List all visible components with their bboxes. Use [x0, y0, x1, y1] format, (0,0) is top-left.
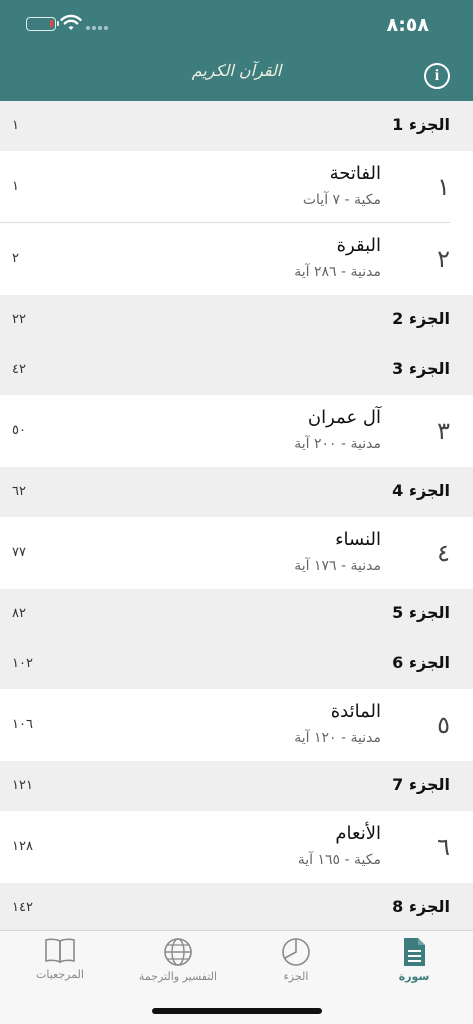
juz-title: الجزء 2: [392, 309, 450, 328]
tab-surah-label: سورة: [398, 970, 430, 983]
status-time: ٨:٥٨: [386, 14, 429, 36]
surah-number: ٣: [437, 417, 450, 445]
surah-name: الأنعام: [335, 823, 381, 844]
surah-row[interactable]: ١ الفاتحة مكية - ٧ آيات ١: [0, 151, 473, 223]
globe-icon: [164, 938, 192, 966]
info-button[interactable]: i: [424, 63, 450, 89]
surah-row[interactable]: ٦ الأنعام مكية - ١٦٥ آية ١٢٨: [0, 811, 473, 883]
page-number: ٤٢: [12, 362, 26, 377]
page-number: ٦٢: [12, 484, 26, 499]
tab-tafsir[interactable]: التفسير والترجمة: [119, 935, 237, 995]
info-icon: i: [434, 67, 440, 84]
page-number: ١: [12, 118, 19, 133]
page-number: ١٠٢: [12, 656, 33, 671]
surah-row[interactable]: ٢ البقرة مدنية - ٢٨٦ آية ٢: [0, 223, 473, 295]
surah-row[interactable]: ٣ آل عمران مدنية - ٢٠٠ آية ٥٠: [0, 395, 473, 467]
page-number: ١٢٨: [12, 839, 33, 854]
juz-title: الجزء 6: [392, 653, 450, 672]
page-number: ٨٢: [12, 606, 26, 621]
page-number: ١: [12, 179, 19, 194]
juz-header: الجزء 6 ١٠٢: [0, 639, 473, 689]
document-icon: [404, 938, 425, 966]
page-number: ١٠٦: [12, 717, 33, 732]
surah-number: ٢: [437, 245, 450, 273]
surah-meta: مدنية - ٢٨٦ آية: [294, 264, 381, 280]
signal-icon: [86, 26, 108, 30]
juz-header: الجزء 4 ٦٢: [0, 467, 473, 517]
surah-name: المائدة: [330, 701, 381, 722]
tab-surah[interactable]: سورة: [355, 935, 473, 995]
pie-icon: [282, 938, 310, 966]
surah-name: آل عمران: [307, 407, 381, 428]
tab-juz-label: الجزء: [283, 970, 309, 983]
book-icon: [45, 938, 75, 964]
tab-juz[interactable]: الجزء: [237, 935, 355, 995]
tab-references-label: المرجعيات: [36, 968, 84, 981]
juz-header: الجزء 3 ٤٢: [0, 345, 473, 395]
home-indicator[interactable]: [152, 1008, 322, 1014]
juz-header: الجزء 7 ١٢١: [0, 761, 473, 811]
juz-title: الجزء 3: [392, 359, 450, 378]
surah-meta: مدنية - ١٧٦ آية: [294, 558, 381, 574]
tab-tafsir-label: التفسير والترجمة: [138, 970, 218, 983]
juz-header: الجزء 1 ١: [0, 101, 473, 151]
surah-list[interactable]: الجزء 1 ١ ١ الفاتحة مكية - ٧ آيات ١ ٢ البقرة مدن…: [0, 101, 473, 930]
surah-name: النساء: [335, 529, 381, 550]
page-number: ٢٢: [12, 312, 26, 327]
surah-number: ١: [437, 173, 450, 201]
page-number: ٢: [12, 251, 19, 266]
page-number: ١٤٢: [12, 900, 33, 915]
page-number: ٧٧: [12, 545, 26, 560]
wifi-icon: [60, 14, 82, 30]
app-logo: القرآن الكريم: [191, 61, 283, 80]
surah-name: الفاتحة: [329, 163, 381, 184]
juz-header: الجزء 5 ٨٢: [0, 589, 473, 639]
tab-references[interactable]: المرجعيات: [1, 935, 119, 995]
surah-number: ٦: [437, 833, 450, 861]
surah-meta: مدنية - ٢٠٠ آية: [294, 436, 381, 452]
page-number: ٥٠: [12, 423, 26, 438]
juz-title: الجزء 4: [392, 481, 450, 500]
battery-icon: [26, 17, 59, 31]
juz-title: الجزء 5: [392, 603, 450, 622]
app-header: ٨:٥٨ القرآن الكريم i: [0, 0, 473, 101]
surah-meta: مدنية - ١٢٠ آية: [294, 730, 381, 746]
juz-header: الجزء 8 ١٤٢: [0, 883, 473, 930]
surah-name: البقرة: [336, 235, 381, 256]
juz-header: الجزء 2 ٢٢: [0, 295, 473, 345]
surah-row[interactable]: ٥ المائدة مدنية - ١٢٠ آية ١٠٦: [0, 689, 473, 761]
juz-title: الجزء 1: [392, 115, 450, 134]
surah-number: ٥: [437, 711, 450, 739]
juz-title: الجزء 7: [392, 775, 450, 794]
surah-row[interactable]: ٤ النساء مدنية - ١٧٦ آية ٧٧: [0, 517, 473, 589]
juz-title: الجزء 8: [392, 897, 450, 916]
surah-meta: مكية - ١٦٥ آية: [297, 852, 381, 868]
surah-meta: مكية - ٧ آيات: [302, 192, 381, 208]
page-number: ١٢١: [12, 778, 33, 793]
surah-number: ٤: [437, 539, 450, 567]
